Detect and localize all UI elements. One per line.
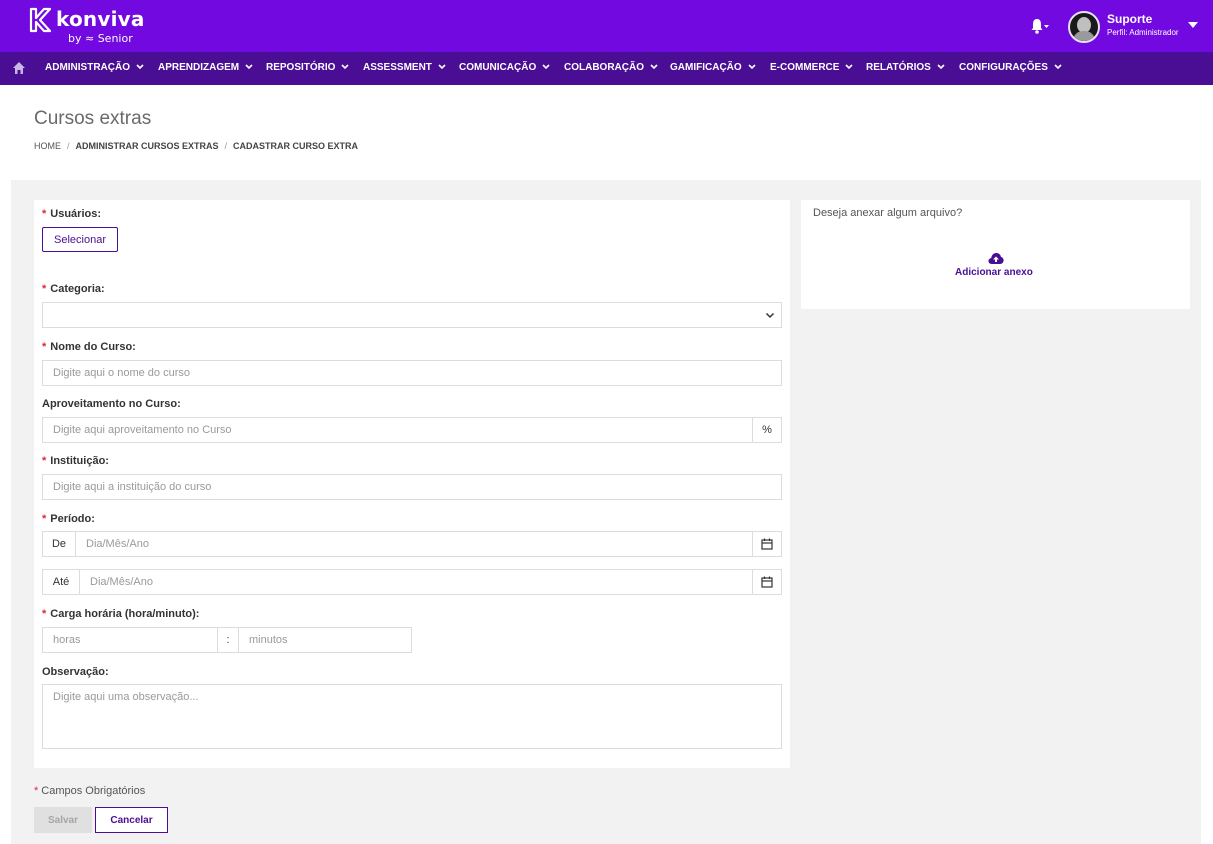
chevron-down-icon: [136, 64, 144, 70]
horas-input[interactable]: [43, 628, 217, 652]
add-attachment-link[interactable]: Adicionar anexo: [955, 267, 1033, 278]
periodo-de-input[interactable]: [76, 532, 752, 556]
attach-question: Deseja anexar algum arquivo?: [813, 207, 963, 219]
periodo-ate-input[interactable]: [80, 570, 752, 594]
konviva-k-icon: [29, 7, 52, 33]
carga-horaria-label: * Carga horária (hora/minuto):: [42, 608, 200, 620]
instituicao-label: * Instituição:: [42, 455, 109, 467]
chevron-down-icon: [438, 64, 446, 70]
periodo-de-field: De: [42, 531, 782, 557]
save-button[interactable]: Salvar: [34, 807, 92, 833]
categoria-label: * Categoria:: [42, 283, 105, 295]
aproveitamento-input[interactable]: [43, 418, 753, 442]
chevron-down-icon: [845, 64, 854, 70]
periodo-ate-calendar-button[interactable]: [752, 570, 781, 594]
observacao-field: [42, 684, 782, 749]
chevron-down-icon: [650, 64, 658, 70]
minutos-input[interactable]: [239, 628, 411, 652]
chevron-down-icon: [542, 64, 550, 70]
instituicao-field: [42, 474, 782, 500]
nav-configuracoes[interactable]: CONFIGURAÇÕES: [959, 52, 1062, 85]
user-name[interactable]: Suporte: [1107, 12, 1152, 26]
nav-comunicacao[interactable]: COMUNICAÇÃO: [459, 52, 550, 85]
nome-curso-input[interactable]: [43, 361, 781, 385]
colon-addon: :: [217, 628, 239, 652]
chevron-down-icon: [937, 64, 945, 70]
page-title: Cursos extras: [34, 108, 152, 129]
chevron-down-icon: [1054, 64, 1062, 70]
observacao-label: Observação:: [42, 666, 109, 678]
avatar[interactable]: [1068, 11, 1100, 43]
periodo-label: * Período:: [42, 513, 95, 525]
user-menu-caret-icon[interactable]: [1188, 22, 1198, 28]
ate-addon: Até: [43, 570, 80, 594]
nav-gamificacao[interactable]: GAMIFICAÇÃO: [670, 52, 756, 85]
breadcrumb-home[interactable]: HOME: [34, 141, 61, 151]
chevron-down-icon: [245, 64, 253, 70]
breadcrumb-administrar[interactable]: ADMINISTRAR CURSOS EXTRAS: [76, 141, 219, 151]
notification-bell-icon[interactable]: [1030, 17, 1050, 35]
categoria-select[interactable]: [42, 302, 782, 328]
top-header: konviva by ≈ Senior Suporte Perfil: Admi…: [0, 0, 1213, 52]
nome-curso-label: * Nome do Curso:: [42, 341, 136, 353]
cloud-upload-icon[interactable]: [988, 252, 1004, 265]
chevron-down-icon: [765, 312, 775, 319]
observacao-textarea[interactable]: [43, 685, 781, 748]
main-nav: ADMINISTRAÇÃO APRENDIZAGEM REPOSITÓRIO A…: [0, 52, 1213, 85]
nav-administracao[interactable]: ADMINISTRAÇÃO: [45, 52, 144, 85]
instituicao-input[interactable]: [43, 475, 781, 499]
nav-colaboracao[interactable]: COLABORAÇÃO: [564, 52, 658, 85]
breadcrumb-current: CADASTRAR CURSO EXTRA: [233, 141, 359, 151]
user-role: Perfil: Administrador: [1107, 28, 1179, 37]
select-users-button[interactable]: Selecionar: [42, 227, 118, 252]
nav-relatorios[interactable]: RELATÓRIOS: [866, 52, 945, 85]
breadcrumb: HOME / ADMINISTRAR CURSOS EXTRAS / CADASTRAR…: [34, 141, 359, 151]
usuarios-label: * Usuários:: [42, 208, 102, 220]
aproveitamento-field: %: [42, 417, 782, 443]
periodo-de-calendar-button[interactable]: [752, 532, 781, 556]
de-addon: De: [43, 532, 76, 556]
brand-name: konviva: [56, 7, 145, 31]
brand-subtitle: by ≈ Senior: [68, 32, 133, 45]
home-icon[interactable]: [12, 61, 26, 75]
percent-addon: %: [752, 418, 781, 442]
required-fields-note: * Campos Obrigatórios: [34, 785, 146, 797]
chevron-down-icon: [748, 64, 756, 70]
nav-assessment[interactable]: ASSESSMENT: [363, 52, 446, 85]
cancel-button[interactable]: Cancelar: [95, 807, 168, 833]
chevron-down-icon: [341, 64, 350, 70]
nav-aprendizagem[interactable]: APRENDIZAGEM: [158, 52, 253, 85]
carga-horaria-field: :: [42, 627, 412, 653]
nav-e-commerce[interactable]: E-COMMERCE: [770, 52, 854, 85]
calendar-icon: [761, 576, 773, 588]
calendar-icon: [761, 538, 773, 550]
konviva-logo[interactable]: konviva by ≈ Senior: [28, 5, 144, 47]
nome-curso-field: [42, 360, 782, 386]
aproveitamento-label: Aproveitamento no Curso:: [42, 398, 181, 410]
periodo-ate-field: Até: [42, 569, 782, 595]
nav-repositorio[interactable]: REPOSITÓRIO: [266, 52, 350, 85]
